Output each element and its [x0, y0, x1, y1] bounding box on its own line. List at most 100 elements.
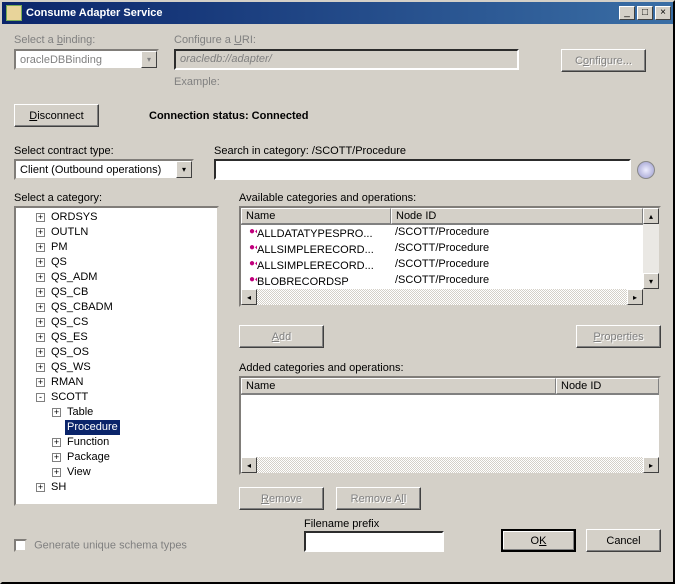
titlebar: Consume Adapter Service _ □ ×	[2, 2, 673, 24]
added-list[interactable]: Name Node ID ◂ ▸	[239, 376, 661, 475]
scroll-up-icon[interactable]: ▴	[643, 208, 659, 224]
tree-item[interactable]: + View	[18, 465, 215, 480]
scroll-left-icon[interactable]: ◂	[241, 457, 257, 473]
chevron-down-icon[interactable]	[176, 161, 192, 178]
expand-icon[interactable]: +	[36, 258, 45, 267]
expand-icon[interactable]: +	[52, 408, 61, 417]
scroll-right-icon[interactable]: ▸	[627, 289, 643, 305]
tree-item[interactable]: + ORDSYS	[18, 210, 215, 225]
tree-label[interactable]: Package	[65, 450, 112, 465]
tree-item[interactable]: + SH	[18, 480, 215, 495]
gen-schema-checkbox[interactable]	[14, 539, 27, 552]
expand-icon[interactable]: +	[36, 378, 45, 387]
removeall-button[interactable]: Remove All	[336, 487, 421, 510]
expand-icon[interactable]: +	[36, 303, 45, 312]
col-nodeid[interactable]: Node ID	[391, 208, 643, 224]
expand-icon[interactable]	[52, 423, 61, 432]
expand-icon[interactable]: +	[36, 333, 45, 342]
list-row[interactable]: ●◆ALLSIMPLERECORD.../SCOTT/Procedure	[241, 257, 643, 273]
expand-icon[interactable]: +	[36, 318, 45, 327]
tree-item[interactable]: + PM	[18, 240, 215, 255]
expand-icon[interactable]: +	[52, 468, 61, 477]
tree-label[interactable]: QS_CS	[49, 315, 90, 330]
tree-item[interactable]: + QS_CBADM	[18, 300, 215, 315]
add-button[interactable]: Add	[239, 325, 324, 348]
maximize-button[interactable]: □	[637, 6, 653, 20]
col-name[interactable]: Name	[241, 378, 556, 394]
tree-item[interactable]: Procedure	[18, 420, 215, 435]
tree-label[interactable]: OUTLN	[49, 225, 90, 240]
tree-item[interactable]: -SCOTT	[18, 390, 215, 405]
tree-item[interactable]: + RMAN	[18, 375, 215, 390]
col-nodeid[interactable]: Node ID	[556, 378, 659, 394]
tree-label[interactable]: RMAN	[49, 375, 85, 390]
tree-label[interactable]: PM	[49, 240, 70, 255]
tree-label[interactable]: ORDSYS	[49, 210, 99, 225]
tree-item[interactable]: + QS_CS	[18, 315, 215, 330]
ok-button[interactable]: OK	[501, 529, 576, 552]
scroll-right-icon[interactable]: ▸	[643, 457, 659, 473]
contract-select[interactable]: Client (Outbound operations)	[14, 159, 194, 180]
tree-item[interactable]: + QS_OS	[18, 345, 215, 360]
app-icon	[6, 5, 22, 21]
tree-label[interactable]: SCOTT	[49, 390, 90, 405]
tree-item[interactable]: + Table	[18, 405, 215, 420]
list-row[interactable]: ●◆ALLDATATYPESPRO.../SCOTT/Procedure	[241, 225, 643, 241]
tree-label[interactable]: View	[65, 465, 93, 480]
available-list[interactable]: Name Node ID ●◆ALLDATATYPESPRO.../SCOTT/…	[239, 206, 661, 307]
expand-icon[interactable]: +	[52, 438, 61, 447]
expand-icon[interactable]: +	[36, 363, 45, 372]
expand-icon[interactable]: +	[36, 348, 45, 357]
expand-icon[interactable]: +	[52, 453, 61, 462]
search-input[interactable]	[214, 159, 631, 180]
tree-label[interactable]: Table	[65, 405, 95, 420]
contract-label: Select contract type:	[14, 145, 214, 157]
gen-schema-label: Generate unique schema types	[34, 539, 187, 551]
tree-item[interactable]: + QS_CB	[18, 285, 215, 300]
tree-label[interactable]: QS_OS	[49, 345, 91, 360]
tree-label[interactable]: QS	[49, 255, 69, 270]
search-go-icon[interactable]	[637, 161, 655, 179]
tree-item[interactable]: + QS_WS	[18, 360, 215, 375]
tree-label[interactable]: QS_ADM	[49, 270, 99, 285]
tree-label[interactable]: SH	[49, 480, 68, 495]
tree-item[interactable]: + OUTLN	[18, 225, 215, 240]
tree-item[interactable]: + Function	[18, 435, 215, 450]
tree-item[interactable]: + QS_ADM	[18, 270, 215, 285]
expand-icon[interactable]: +	[36, 243, 45, 252]
expand-icon[interactable]: -	[36, 393, 45, 402]
col-name[interactable]: Name	[241, 208, 391, 224]
tree-label[interactable]: Function	[65, 435, 111, 450]
tree-label[interactable]: QS_CBADM	[49, 300, 115, 315]
tree-label[interactable]: QS_ES	[49, 330, 90, 345]
tree-label[interactable]: Procedure	[65, 420, 120, 435]
expand-icon[interactable]: +	[36, 213, 45, 222]
category-tree[interactable]: + ORDSYS + OUTLN + PM + QS + QS_ADM + QS_CB + QS_CBAD…	[14, 206, 219, 506]
uri-input: oracledb://adapter/	[174, 49, 519, 70]
filename-prefix-input[interactable]	[304, 531, 444, 552]
binding-select[interactable]: oracleDBBinding	[14, 49, 159, 70]
tree-label[interactable]: QS_CB	[49, 285, 90, 300]
list-row[interactable]: ●◆ALLSIMPLERECORD.../SCOTT/Procedure	[241, 241, 643, 257]
tree-item[interactable]: + Package	[18, 450, 215, 465]
category-label: Select a category:	[14, 192, 219, 204]
tree-item[interactable]: + QS_ES	[18, 330, 215, 345]
scroll-left-icon[interactable]: ◂	[241, 289, 257, 305]
disconnect-button[interactable]: Disconnect	[14, 104, 99, 127]
expand-icon[interactable]: +	[36, 273, 45, 282]
properties-button[interactable]: Properties	[576, 325, 661, 348]
expand-icon[interactable]: +	[36, 288, 45, 297]
list-row[interactable]: ●◆BLOBRECORDSP/SCOTT/Procedure	[241, 273, 643, 289]
cancel-button[interactable]: Cancel	[586, 529, 661, 552]
expand-icon[interactable]: +	[36, 228, 45, 237]
tree-label[interactable]: QS_WS	[49, 360, 93, 375]
expand-icon[interactable]: +	[36, 483, 45, 492]
connection-status: Connection status: Connected	[149, 110, 309, 122]
scroll-down-icon[interactable]: ▾	[643, 273, 659, 289]
chevron-down-icon[interactable]	[141, 51, 157, 68]
close-button[interactable]: ×	[655, 6, 671, 20]
minimize-button[interactable]: _	[619, 6, 635, 20]
tree-item[interactable]: + QS	[18, 255, 215, 270]
configure-button[interactable]: Configure...	[561, 49, 646, 72]
remove-button[interactable]: Remove	[239, 487, 324, 510]
